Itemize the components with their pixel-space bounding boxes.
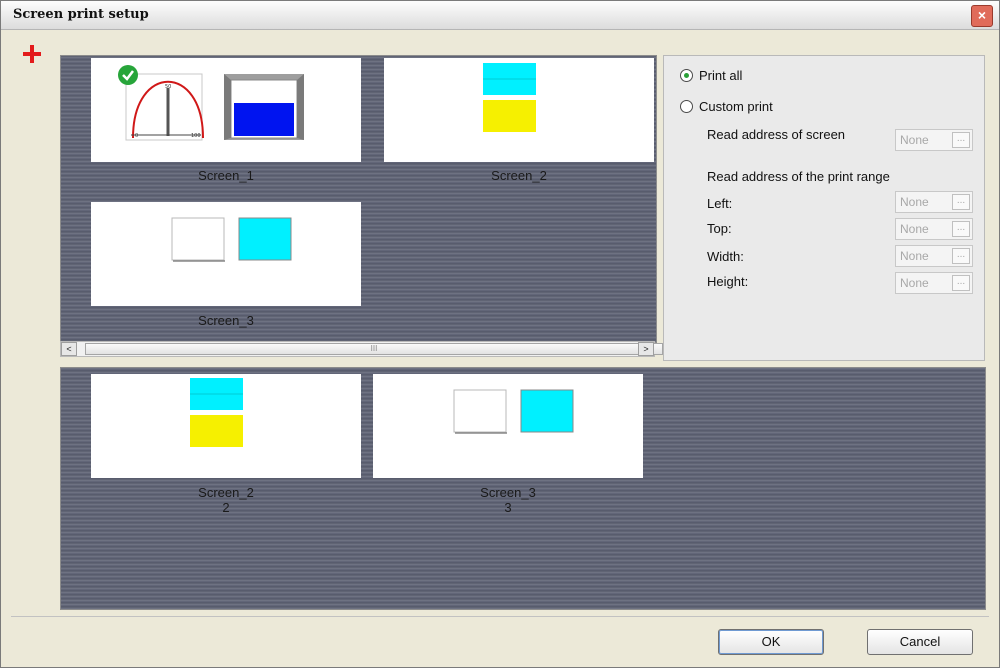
read-address-range-label: Read address of the print range xyxy=(707,169,890,184)
close-button[interactable]: × xyxy=(971,5,993,27)
screen-address-browse-button: ... xyxy=(952,132,970,148)
left-label: Left: xyxy=(707,196,733,211)
print-all-radio[interactable] xyxy=(680,69,693,82)
print-all-label: Print all xyxy=(699,68,743,83)
screen-thumbnail-2[interactable] xyxy=(384,58,654,162)
print-order-number-1: 2 xyxy=(222,500,230,515)
ok-button[interactable]: OK xyxy=(718,629,824,655)
screen-label-3: Screen_3 xyxy=(198,313,254,328)
check-icon xyxy=(118,65,138,85)
svg-text:50: 50 xyxy=(165,84,171,90)
top-label: Top: xyxy=(707,221,732,236)
horizontal-scrollbar[interactable]: < III > xyxy=(60,341,663,357)
custom-print-radio[interactable] xyxy=(680,100,693,113)
title-bar: Screen print setup × xyxy=(1,1,999,30)
screen-label-1: Screen_1 xyxy=(198,168,254,183)
height-label: Height: xyxy=(707,274,749,289)
print-screen-2-preview xyxy=(190,378,243,447)
left-address-value: None xyxy=(900,195,929,209)
width-address-browse-button: ... xyxy=(952,248,970,264)
top-address-value: None xyxy=(900,222,929,236)
scroll-thumb[interactable]: III xyxy=(85,343,663,355)
height-address-value: None xyxy=(900,276,929,290)
svg-text:0: 0 xyxy=(135,133,138,139)
screen-address-field: None ... xyxy=(895,129,973,151)
screen-address-value: None xyxy=(900,133,929,147)
print-order-label-2: Screen_3 3 xyxy=(373,485,643,515)
scroll-right-button[interactable]: > xyxy=(638,342,654,356)
height-address-field: None ... xyxy=(895,272,973,294)
plus-icon[interactable] xyxy=(23,45,41,63)
print-order-screen-name-2: Screen_3 xyxy=(480,485,536,500)
height-address-browse-button: ... xyxy=(952,275,970,291)
print-screen-3-preview xyxy=(453,389,574,434)
print-order-panel[interactable]: Screen_2 2 Screen_3 3 xyxy=(60,367,986,610)
screen-thumbnail-3[interactable] xyxy=(91,202,361,306)
svg-text:100: 100 xyxy=(191,133,201,139)
read-address-screen-label: Read address of screen xyxy=(707,127,846,142)
print-order-number-2: 3 xyxy=(504,500,512,515)
top-address-browse-button: ... xyxy=(952,221,970,237)
screen-3-preview xyxy=(171,217,292,262)
screen-print-setup-dialog: Screen print setup × 50 0 100 Screen_1 S… xyxy=(0,0,1000,668)
screen-thumbnail-1[interactable]: 50 0 100 xyxy=(91,58,361,162)
custom-print-label: Custom print xyxy=(699,99,773,114)
print-all-option[interactable]: Print all xyxy=(680,68,742,83)
screen-2-preview xyxy=(483,63,536,132)
print-order-thumbnail-2[interactable] xyxy=(373,374,643,478)
width-label: Width: xyxy=(707,249,744,264)
print-order-label-1: Screen_2 2 xyxy=(91,485,361,515)
width-address-value: None xyxy=(900,249,929,263)
width-address-field: None ... xyxy=(895,245,973,267)
print-order-thumbnail-1[interactable] xyxy=(91,374,361,478)
dialog-title: Screen print setup xyxy=(13,7,149,22)
top-address-field: None ... xyxy=(895,218,973,240)
left-address-browse-button: ... xyxy=(952,194,970,210)
left-address-field: None ... xyxy=(895,191,973,213)
print-order-screen-name-1: Screen_2 xyxy=(198,485,254,500)
print-options-panel: Print all Custom print Read address of s… xyxy=(663,55,985,361)
close-icon: × xyxy=(977,7,987,23)
custom-print-option[interactable]: Custom print xyxy=(680,99,773,114)
scroll-left-button[interactable]: < xyxy=(61,342,77,356)
screen-list-panel[interactable]: 50 0 100 Screen_1 Screen_2 Screen_3 xyxy=(60,55,657,343)
cancel-button[interactable]: Cancel xyxy=(867,629,973,655)
screen-label-2: Screen_2 xyxy=(491,168,547,183)
footer-divider xyxy=(11,616,989,617)
